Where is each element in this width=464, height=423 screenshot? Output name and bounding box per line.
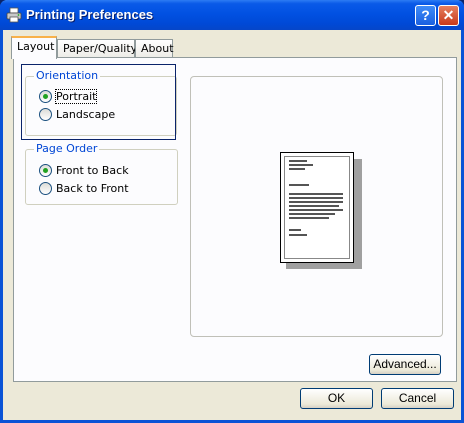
landscape-radio-indicator [39,107,52,121]
cancel-button[interactable]: Cancel [381,388,454,409]
tab-about[interactable]: About [135,39,174,58]
tab-layout[interactable]: Layout [11,36,57,59]
ok-button[interactable]: OK [300,388,373,409]
portrait-radio-indicator [39,89,52,103]
preview-text-line [289,164,313,166]
preview-text-line [289,205,339,207]
page-preview-icon [280,152,354,263]
page-order-group-title: Page Order [34,142,100,155]
layout-preview [190,76,443,337]
back-to-front-label: Back to Front [56,181,129,195]
preview-text-line [289,184,309,186]
preview-text-line [289,197,343,199]
back-to-front-radio[interactable]: Back to Front [39,180,129,196]
landscape-radio[interactable]: Landscape [39,106,115,122]
portrait-label: Portrait [54,88,98,104]
portrait-radio[interactable]: Portrait [39,88,98,104]
front-to-back-label: Front to Back [56,163,129,177]
page-order-group: Page Order Front to Back Back to Front [25,142,178,205]
preview-text-line [289,229,301,231]
preview-text-line [289,209,343,211]
front-to-back-radio-indicator [39,163,52,177]
back-to-front-radio-indicator [39,181,52,195]
preview-text-line [289,193,343,195]
preview-text-line [289,234,307,236]
printing-preferences-dialog: Printing Preferences ? ✕ Layout Paper/Qu… [0,0,464,423]
help-button[interactable]: ? [415,5,436,26]
preview-text-line [289,201,343,203]
window-title: Printing Preferences [26,7,154,22]
close-button[interactable]: ✕ [438,5,459,26]
advanced-button[interactable]: Advanced... [369,354,441,375]
preview-text-line [289,168,305,170]
front-to-back-radio[interactable]: Front to Back [39,162,129,178]
preview-text-line [289,217,329,219]
tab-paper-quality[interactable]: Paper/Quality [57,39,137,58]
orientation-group-title: Orientation [34,69,101,82]
orientation-group: Orientation Portrait Landscape [25,69,177,136]
title-bar[interactable]: Printing Preferences ? ✕ [0,0,464,30]
landscape-label: Landscape [56,107,116,121]
close-icon: ✕ [442,7,455,23]
printer-icon [6,7,22,23]
layout-tab-panel: Orientation Portrait Landscape Page Orde… [13,57,457,382]
help-icon: ? [421,7,430,23]
page-preview-border [284,156,350,259]
preview-text-line [289,160,307,162]
preview-text-line [289,213,335,215]
